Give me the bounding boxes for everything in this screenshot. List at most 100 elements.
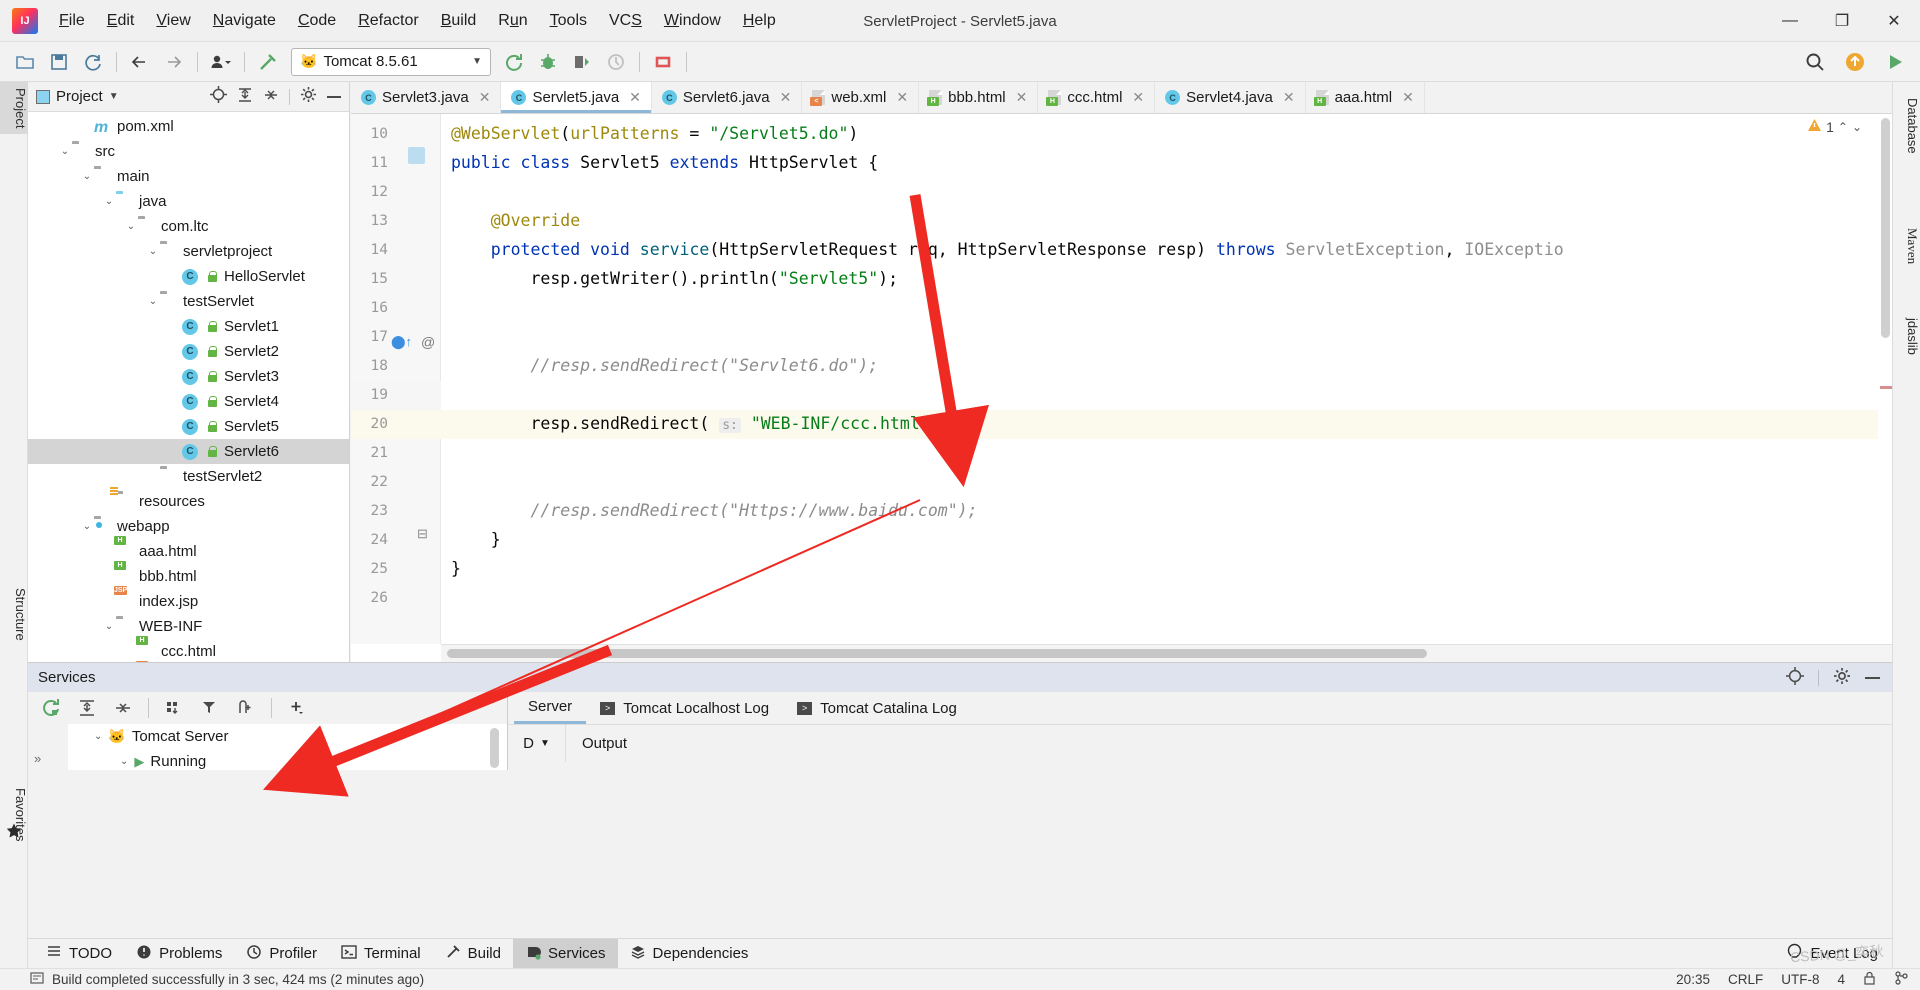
gear-icon[interactable] — [300, 86, 317, 107]
code-line[interactable]: protected void service(HttpServletReques… — [451, 235, 1564, 264]
expand-strip-icon[interactable]: » — [34, 751, 41, 766]
editor-tab-web-xml[interactable]: < web.xml ✕ — [802, 82, 920, 113]
close-icon[interactable]: ✕ — [479, 89, 491, 106]
file-encoding[interactable]: UTF-8 — [1781, 972, 1819, 987]
sidebar-item-maven[interactable]: Maven — [1892, 222, 1920, 270]
chevron-down-icon[interactable]: ⌄ — [58, 146, 72, 157]
profiler-icon[interactable] — [601, 47, 631, 77]
tree-node-web-inf[interactable]: ⌄ WEB-INF — [28, 614, 349, 639]
bottom-tab-profiler[interactable]: Profiler — [234, 939, 329, 969]
bottom-tab-todo[interactable]: TODO — [34, 939, 124, 969]
editor-tab-bar[interactable]: C Servlet3.java ✕ C Servlet5.java ✕ C Servlet6.… — [351, 82, 1892, 114]
chevron-down-icon[interactable]: ⌄ — [102, 621, 116, 632]
expand-all-icon[interactable] — [72, 693, 102, 723]
code-line[interactable]: } — [451, 554, 461, 583]
tree-node-bbb-html[interactable]: Hbbb.html — [28, 560, 349, 589]
editor-tab-servlet4-java[interactable]: C Servlet4.java ✕ — [1155, 82, 1306, 113]
editor-gutter[interactable]: 10 11 12 13 14 15 16 17 18 19 20 21 22 23 24 25 26 ⬤↑ @ … — [351, 114, 441, 644]
stop-icon[interactable] — [648, 47, 678, 77]
open-folder-icon[interactable] — [10, 47, 40, 77]
close-icon[interactable]: ✕ — [1016, 89, 1028, 106]
code-line[interactable]: resp.sendRedirect( s: "WEB-INF/ccc.html"… — [451, 409, 950, 438]
tree-node-servlet1[interactable]: C Servlet1 — [28, 314, 349, 339]
close-icon[interactable]: ✕ — [1283, 89, 1295, 106]
chevron-down-icon[interactable]: ⌄ — [80, 521, 94, 532]
chevron-down-icon[interactable]: ⌄ — [146, 246, 160, 257]
code-line[interactable]: public class Servlet5 extends HttpServle… — [451, 148, 878, 177]
gear-icon[interactable] — [1833, 667, 1851, 689]
tree-node-main[interactable]: ⌄ main — [28, 164, 349, 189]
bottom-tab-dependencies[interactable]: Dependencies — [618, 939, 761, 969]
editor-tab-aaa-html[interactable]: Haaa.html ✕ — [1305, 82, 1425, 113]
error-stripe-mark[interactable] — [1880, 386, 1892, 389]
coverage-icon[interactable] — [567, 47, 597, 77]
menu-build[interactable]: Build — [430, 7, 488, 34]
refresh-icon[interactable] — [78, 47, 108, 77]
tree-node-src[interactable]: ⌄ src — [28, 139, 349, 164]
tree-node-servlet5[interactable]: C Servlet5 — [28, 414, 349, 439]
close-icon[interactable]: ✕ — [896, 89, 908, 106]
menu-run[interactable]: Run — [487, 7, 538, 34]
editor-tab-bbb-html[interactable]: Hbbb.html ✕ — [919, 82, 1039, 113]
chevron-down-icon[interactable]: ⌄ — [120, 756, 128, 767]
group-icon[interactable] — [159, 693, 189, 723]
menu-refactor[interactable]: Refactor — [347, 7, 429, 34]
services-tab-server[interactable]: Server — [514, 692, 587, 724]
run-icon[interactable] — [499, 47, 529, 77]
code-line[interactable]: } — [451, 525, 501, 554]
collapse-all-icon[interactable] — [263, 87, 279, 107]
code-line[interactable]: @WebServlet(urlPatterns = "/Servlet5.do"… — [451, 119, 858, 148]
hammer-icon[interactable] — [253, 47, 283, 77]
project-file-tree[interactable]: m pom.xml ⌄ src ⌄ main ⌄ java ⌄ com.ltc ⌄ servletpr… — [28, 112, 349, 662]
tree-node-resources[interactable]: resources — [28, 489, 349, 514]
sidebar-item-jdaslib[interactable]: jdaslib — [1892, 312, 1920, 361]
tree-node-pom-xml[interactable]: m pom.xml — [28, 114, 349, 139]
services-output-label[interactable]: Output — [566, 735, 627, 752]
minimize-button[interactable]: — — [1764, 0, 1816, 42]
code-fold-icon[interactable]: ⊟ — [417, 526, 428, 542]
chevron-down-icon[interactable]: ⌄ — [80, 171, 94, 182]
forward-arrow-icon[interactable] — [159, 47, 189, 77]
tree-node-servlet3[interactable]: C Servlet3 — [28, 364, 349, 389]
run-green-icon[interactable] — [1880, 47, 1910, 77]
services-tab-tomcat-localhost-log[interactable]: > Tomcat Localhost Log — [586, 692, 783, 724]
menu-navigate[interactable]: Navigate — [202, 7, 287, 34]
tree-node-aaa-html[interactable]: Haaa.html — [28, 535, 349, 564]
expand-all-icon[interactable] — [237, 87, 253, 107]
chevron-down-icon[interactable]: ▼ — [109, 91, 119, 102]
close-icon[interactable]: ✕ — [629, 89, 641, 106]
services-tree-node-running[interactable]: ⌄ ▶ Running — [68, 749, 507, 774]
target-icon[interactable] — [1786, 666, 1804, 689]
tree-node-servletproject[interactable]: ⌄ servletproject — [28, 239, 349, 264]
chevron-down-icon[interactable]: ⌄ — [94, 731, 102, 742]
tree-node-servlet4[interactable]: C Servlet4 — [28, 389, 349, 414]
chevron-down-icon[interactable]: ⌄ — [102, 196, 116, 207]
override-method-icon[interactable]: ⬤↑ — [391, 334, 412, 350]
minimize-icon[interactable] — [1865, 676, 1880, 679]
tree-node-testservlet[interactable]: ⌄ testServlet — [28, 289, 349, 314]
save-icon[interactable] — [44, 47, 74, 77]
scrollbar-thumb-h[interactable] — [447, 649, 1427, 658]
menu-code[interactable]: Code — [287, 7, 347, 34]
close-icon[interactable]: ✕ — [1132, 89, 1144, 106]
user-icon[interactable] — [206, 47, 236, 77]
maximize-button[interactable]: ❐ — [1816, 0, 1868, 42]
bottom-tool-tabs[interactable]: TODO Problems Profiler Terminal Build Service… — [28, 938, 1892, 969]
debug-icon[interactable] — [533, 47, 563, 77]
indent-size[interactable]: 4 — [1837, 972, 1845, 987]
menu-help[interactable]: Help — [732, 7, 787, 34]
bottom-tab-problems[interactable]: Problems — [124, 939, 234, 969]
add-icon[interactable] — [282, 693, 312, 723]
rerun-icon[interactable] — [36, 693, 66, 723]
run-configuration-selector[interactable]: 🐱 Tomcat 8.5.61 ▼ — [291, 47, 491, 76]
bottom-tab-build[interactable]: Build — [433, 939, 513, 969]
editor-tab-servlet6-java[interactable]: C Servlet6.java ✕ — [651, 82, 803, 113]
code-line[interactable]: @Override — [451, 206, 580, 235]
scrollbar-thumb[interactable] — [1881, 118, 1890, 338]
services-tree-node-tomcat-server[interactable]: ⌄ 🐱 Tomcat Server — [68, 724, 507, 749]
services-tab-bar[interactable]: Server > Tomcat Localhost Log > Tomcat Catal… — [508, 692, 1892, 724]
editor-tab-ccc-html[interactable]: Hccc.html ✕ — [1038, 82, 1156, 113]
line-separator[interactable]: CRLF — [1728, 972, 1763, 987]
menu-edit[interactable]: Edit — [96, 7, 146, 34]
bottom-tab-terminal[interactable]: Terminal — [329, 939, 433, 969]
